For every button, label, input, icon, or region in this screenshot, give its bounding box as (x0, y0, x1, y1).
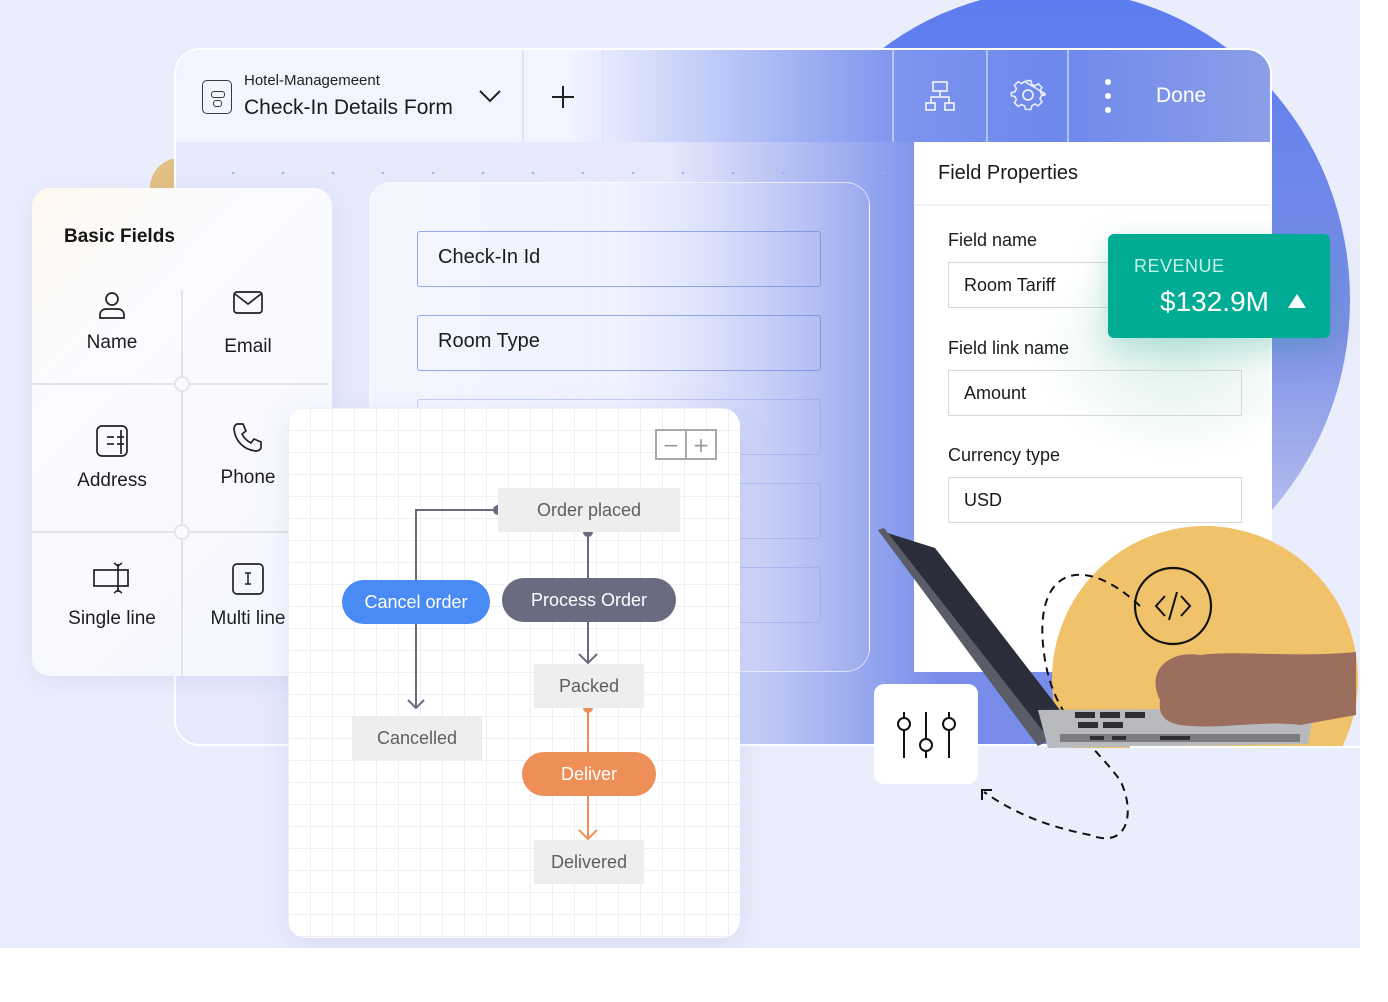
arrow-corner (981, 789, 992, 800)
field-type-single-line[interactable]: Single line (42, 562, 182, 630)
plus-icon (552, 86, 574, 108)
form-field[interactable]: Room Type (417, 315, 821, 371)
field-type-address[interactable]: Address (42, 424, 182, 492)
zoom-control: − + (655, 429, 717, 460)
workflow-button[interactable] (920, 76, 960, 116)
adjustments-card (874, 684, 978, 784)
form-icon (202, 80, 232, 114)
cancel-order-button[interactable]: Cancel order (342, 580, 490, 624)
trend-up-icon (1288, 294, 1306, 308)
panel-title: Basic Fields (64, 226, 175, 247)
revenue-card: REVENUE $132.9M (1108, 234, 1330, 338)
hand (1155, 652, 1356, 727)
hero-illustration: Hotel-Managemeent Check-In Details Form (0, 0, 1360, 948)
gear-icon (1010, 79, 1046, 111)
state-delivered[interactable]: Delivered (534, 840, 644, 884)
form-title[interactable]: Check-In Details Form (244, 96, 453, 120)
address-icon (96, 425, 128, 457)
zoom-out-button[interactable]: − (657, 431, 685, 458)
settings-button[interactable] (1008, 76, 1048, 116)
revenue-value: $132.9M (1160, 286, 1269, 317)
envelope-icon (233, 291, 263, 314)
form-field[interactable]: Check-In Id (417, 231, 821, 287)
field-name-label: Field name (948, 230, 1038, 250)
canvas-dot-grid (208, 172, 908, 174)
field-type-email[interactable]: Email (178, 290, 318, 358)
multi-line-icon (232, 563, 264, 595)
state-cancelled[interactable]: Cancelled (352, 716, 482, 760)
process-order-button[interactable]: Process Order (502, 578, 676, 622)
revenue-label: REVENUE (1134, 256, 1225, 276)
code-brackets-icon (1133, 566, 1213, 646)
state-packed[interactable]: Packed (534, 664, 644, 708)
phone-icon (233, 423, 262, 452)
user-icon (99, 292, 125, 319)
state-order-placed[interactable]: Order placed (498, 488, 680, 532)
form-switcher-dropdown[interactable] (472, 80, 508, 112)
zoom-in-button[interactable]: + (685, 431, 715, 458)
field-type-name[interactable]: Name (42, 290, 182, 354)
more-options-button[interactable] (1088, 76, 1128, 116)
vertical-ellipsis-icon (1105, 79, 1111, 113)
connector (415, 509, 498, 580)
field-link-name-input[interactable] (948, 370, 1242, 416)
field-link-name-label: Field link name (948, 338, 1070, 358)
deliver-button[interactable]: Deliver (522, 752, 656, 796)
currency-type-label: Currency type (948, 445, 1061, 465)
app-name: Hotel-Managemeent (244, 72, 380, 89)
done-button[interactable]: Done (1156, 84, 1206, 108)
sliders-icon (897, 712, 956, 758)
add-button[interactable] (546, 80, 580, 114)
dashed-connector (983, 573, 1141, 840)
laptop-illustration (878, 528, 1356, 840)
basic-fields-panel: Basic Fields Name Email Address Phone Si… (32, 188, 332, 676)
org-chart-icon (925, 81, 955, 111)
single-line-icon (93, 562, 129, 594)
workflow-panel: − + Order placed Cancel order Process Or… (288, 408, 740, 938)
chevron-down-icon (479, 90, 501, 103)
toolbar: Hotel-Managemeent Check-In Details Form (176, 50, 1270, 142)
panel-title: Field Properties (938, 162, 1079, 184)
